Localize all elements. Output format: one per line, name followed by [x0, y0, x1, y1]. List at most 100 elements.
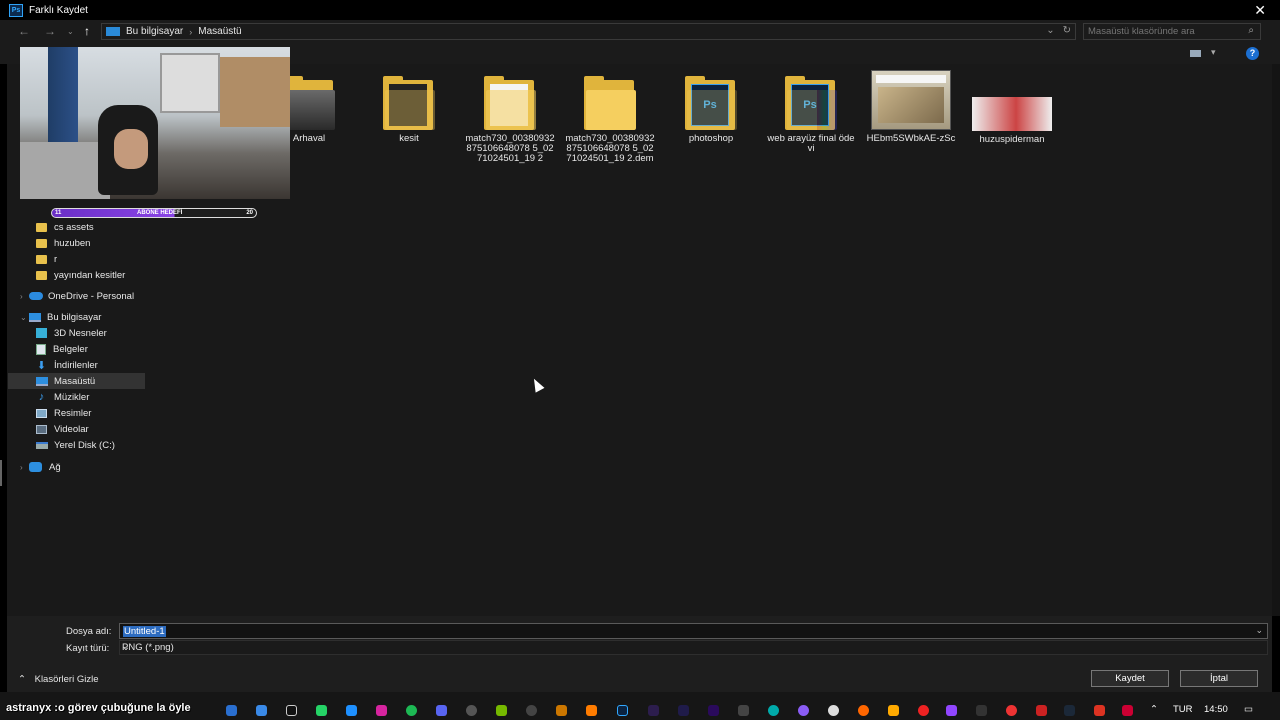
sidebar-item-pictures[interactable]: Resimler [36, 405, 91, 421]
sidebar-item-huzuben[interactable]: huzuben [36, 235, 90, 251]
address-dropdown-chevron-icon[interactable]: ⌄ [1046, 25, 1054, 36]
steam-icon[interactable] [1064, 705, 1075, 716]
filename-value[interactable]: Untitled-1 [123, 626, 166, 637]
notification-icon[interactable]: ▭ [1244, 704, 1253, 715]
view-options-icon[interactable] [1190, 50, 1201, 57]
app-icon[interactable] [798, 705, 809, 716]
back-arrow-icon[interactable]: ← [18, 24, 30, 38]
refresh-icon[interactable]: ↻ [1063, 25, 1071, 36]
clock[interactable]: 14:50 [1204, 704, 1228, 715]
chat-ticker: astranyx :o görev çubuğune la öyle [6, 702, 191, 714]
close-icon[interactable]: ✕ [1254, 2, 1266, 19]
expand-chevron-icon[interactable]: › [20, 292, 23, 301]
instagram-icon[interactable] [376, 705, 387, 716]
taskbar [0, 692, 1280, 720]
folder-app-icon[interactable] [256, 705, 267, 716]
language-indicator[interactable]: TUR [1173, 704, 1193, 715]
nvidia-icon[interactable] [496, 705, 507, 716]
file-item-kesit[interactable]: kesit [364, 76, 454, 144]
sidebar-item-3d-objects[interactable]: 3D Nesneler [36, 325, 107, 341]
mail-icon[interactable] [226, 705, 237, 716]
tray-chevron-icon[interactable]: ⌃ [1150, 704, 1158, 715]
save-button[interactable]: Kaydet [1091, 670, 1169, 687]
app-icon[interactable] [1006, 705, 1017, 716]
tiktok-icon[interactable] [286, 705, 297, 716]
search-input[interactable] [1088, 26, 1238, 37]
chevron-up-icon: ⌃ [18, 674, 26, 685]
app-icon[interactable] [976, 705, 987, 716]
chevron-down-icon[interactable]: ⌄ [1255, 625, 1263, 636]
spotify-icon[interactable] [406, 705, 417, 716]
obs-icon[interactable] [526, 705, 537, 716]
address-bar[interactable]: Bu bilgisayar › Masaüstü ⌄ ↻ [101, 23, 1076, 40]
chrome-icon[interactable] [466, 705, 477, 716]
sidebar-item-onedrive[interactable]: OneDrive - Personal [29, 288, 134, 304]
breadcrumb-desktop[interactable]: Masaüstü [198, 26, 241, 37]
file-item-huzuspiderman[interactable]: huzuspiderman [967, 73, 1057, 145]
after-effects-icon[interactable] [678, 705, 689, 716]
photoshop-taskbar-icon[interactable] [617, 705, 628, 716]
sidebar-item-label: İndirilenler [54, 359, 98, 371]
sidebar-item-cs-assets[interactable]: cs assets [36, 219, 94, 235]
file-name: HEbm5SWbkAE-zSc [866, 133, 956, 144]
up-arrow-icon[interactable]: ↑ [84, 24, 90, 38]
goal-start-value: 11 [55, 210, 62, 216]
mail-client-icon[interactable] [346, 705, 357, 716]
sidebar-item-videos[interactable]: Videolar [36, 421, 89, 437]
discord-icon[interactable] [436, 705, 447, 716]
help-icon[interactable]: ? [1246, 47, 1259, 60]
app-icon[interactable] [1122, 705, 1133, 716]
sidebar-item-desktop[interactable]: Masaüstü [8, 373, 145, 389]
sidebar-item-yayindan-kesitler[interactable]: yayından kesitler [36, 267, 125, 283]
collapse-chevron-icon[interactable]: ⌄ [20, 313, 27, 322]
sidebar-item-label: Resimler [54, 407, 92, 419]
desktop-icon [36, 376, 48, 386]
search-icon[interactable]: ⌕ [1248, 25, 1254, 36]
folder-icon [36, 222, 47, 232]
file-item-match-dem[interactable]: match730_00380932875106648078 5_02710245… [565, 76, 655, 164]
sidebar-item-documents[interactable]: Belgeler [36, 341, 88, 357]
view-dropdown-chevron-icon[interactable]: ▾ [1211, 47, 1216, 58]
app-icon[interactable] [828, 705, 839, 716]
sidebar-item-downloads[interactable]: ⬇ İndirilenler [36, 357, 98, 373]
app-icon[interactable] [918, 705, 929, 716]
videos-icon [36, 424, 47, 434]
breadcrumb-this-pc[interactable]: Bu bilgisayar [126, 26, 183, 37]
sidebar-item-music[interactable]: ♪ Müzikler [36, 389, 90, 405]
app-icon[interactable] [738, 705, 749, 716]
app-icon[interactable] [858, 705, 869, 716]
file-item-hebm-image[interactable]: HEbm5SWbkAE-zSc [866, 70, 956, 144]
blender-icon[interactable] [556, 705, 567, 716]
search-box[interactable]: ⌕ [1083, 23, 1261, 40]
filetype-select[interactable]: PNG (*.png) ⌄ [119, 640, 1268, 655]
premiere-icon[interactable] [708, 705, 719, 716]
music-icon: ♪ [38, 391, 45, 403]
expand-chevron-icon[interactable]: › [20, 463, 23, 472]
scrollbar[interactable] [1272, 64, 1280, 616]
media-encoder-icon[interactable] [648, 705, 659, 716]
file-item-photoshop[interactable]: Ps photoshop [666, 76, 756, 144]
edge-icon[interactable] [768, 705, 779, 716]
app-icon[interactable] [888, 705, 899, 716]
sidebar-item-this-pc[interactable]: Bu bilgisayar [29, 309, 101, 325]
cancel-button[interactable]: İptal [1180, 670, 1258, 687]
chevron-down-icon[interactable]: ⌄ [122, 642, 1263, 653]
twitch-icon[interactable] [946, 705, 957, 716]
file-name: kesit [399, 133, 419, 144]
app-icon[interactable] [1036, 705, 1047, 716]
filename-field[interactable]: Untitled-1 ⌄ [119, 623, 1268, 639]
sidebar-item-local-disk[interactable]: Yerel Disk (C:) [36, 437, 115, 453]
app-icon[interactable] [1094, 705, 1105, 716]
file-item-web-arayuz[interactable]: Ps web arayüz final ödevi [766, 76, 856, 154]
whatsapp-icon[interactable] [316, 705, 327, 716]
recent-locations-chevron-icon[interactable]: ⌄ [67, 27, 74, 36]
forward-arrow-icon[interactable]: → [44, 24, 56, 38]
file-item-match-file[interactable]: match730_00380932875106648078 5_02710245… [465, 76, 555, 164]
illustrator-icon[interactable] [586, 705, 597, 716]
webcam-overlay [20, 47, 290, 199]
hide-folders-toggle[interactable]: ⌃ Klasörleri Gizle [18, 674, 99, 685]
sidebar-item-label: Belgeler [53, 343, 88, 355]
sidebar-item-r[interactable]: r [36, 251, 57, 267]
file-list-area[interactable] [148, 64, 1272, 616]
sidebar-item-network[interactable]: Ağ [29, 459, 61, 475]
